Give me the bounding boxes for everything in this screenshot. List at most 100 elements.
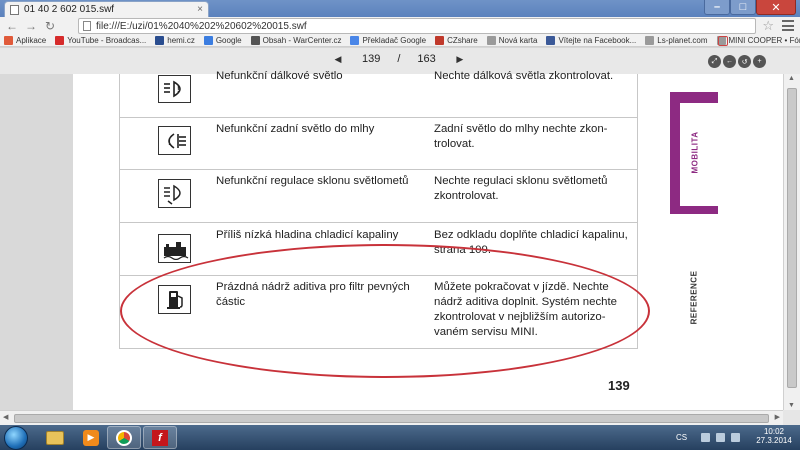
zoom-in-icon[interactable]: + [753, 55, 766, 68]
reload-button[interactable]: ↻ [42, 19, 58, 33]
rotate-icon[interactable]: ↺ [738, 55, 751, 68]
bookmark-label: Ls-planet.com [657, 36, 708, 45]
taskbar: ▶ f CS 10:02 27.3.2014 [0, 425, 800, 450]
back-button[interactable]: ← [4, 19, 20, 33]
bookmark-item[interactable]: Překladač Google [350, 36, 426, 45]
bookmark-item[interactable]: Obsah - WarCenter.cz [250, 36, 342, 45]
maximize-button[interactable]: □ [730, 0, 756, 15]
bookmark-item[interactable]: YouTube - Broadcas... [55, 36, 146, 45]
tab-title: 01 40 2 602 015.swf [24, 4, 115, 15]
mobility-label: MOBILITA [690, 131, 700, 174]
other-bookmarks-icon[interactable] [718, 36, 728, 46]
bookmark-favicon-icon [350, 36, 360, 45]
bookmark-label: Překladač Google [362, 36, 427, 45]
address-bar[interactable]: file:///E:/uzi/01%2040%202%20602%20015.s… [78, 18, 756, 34]
table-row-divider [119, 222, 637, 223]
bookmark-favicon-icon [435, 36, 445, 45]
page-icon [83, 21, 91, 31]
system-tray: CS [676, 425, 746, 450]
bookmark-item[interactable]: Vítejte na Facebook... [546, 36, 636, 45]
minimize-button[interactable]: – [704, 0, 730, 15]
svg-text:!: ! [168, 137, 171, 147]
bookmark-label: Google [215, 36, 242, 45]
document-icon [10, 4, 19, 15]
bookmarks-bar: Aplikace YouTube - Broadcas... hemi.cz Goog… [0, 35, 800, 47]
bookmark-label: CZshare [447, 36, 478, 45]
horizontal-scroll-thumb[interactable] [14, 414, 769, 423]
bookmark-item[interactable]: Nová karta [486, 36, 537, 45]
bookmark-favicon-icon [546, 36, 556, 45]
bookmark-item[interactable]: Aplikace [4, 36, 46, 45]
forward-button[interactable]: → [23, 19, 39, 33]
bookmark-label: MINI COOPER • Fór... [728, 36, 800, 45]
clock-time: 10:02 [763, 427, 785, 436]
reference-label: REFERENCE [689, 270, 699, 325]
close-button[interactable]: ✕ [756, 0, 796, 15]
scroll-right-icon[interactable]: ▶ [775, 413, 780, 421]
mobility-tab[interactable]: MOBILITA [689, 125, 701, 180]
coolant-level-icon [158, 234, 191, 263]
table-cell-fault: Příliš nízká hladina chladicí kapaliny [216, 229, 399, 241]
bookmark-item[interactable]: Ls-planet.com [645, 36, 708, 45]
bookmark-favicon-icon [155, 36, 165, 45]
bookmark-item[interactable]: CZshare [435, 36, 478, 45]
language-indicator[interactable]: CS [676, 433, 687, 442]
next-page-button[interactable]: ▶ [453, 52, 467, 66]
url-text: file:///E:/uzi/01%2040%202%20602%20015.s… [96, 20, 307, 32]
viewer-tools: ⤢ ← ↺ + [708, 55, 768, 68]
clock[interactable]: 10:02 27.3.2014 [752, 427, 796, 445]
table-cell-action: Zadní světlo do mlhy nechte zkon-trolova… [434, 123, 608, 150]
table-cell-fault: Nefunkční regulace sklonu světlometů [216, 175, 409, 187]
bookmark-star-icon[interactable]: ☆ [762, 18, 774, 34]
network-icon[interactable] [716, 433, 726, 442]
clock-date: 27.3.2014 [756, 436, 792, 445]
vertical-scrollbar[interactable]: ▲ ▼ [783, 74, 800, 410]
current-page[interactable]: 139 [362, 53, 380, 65]
total-pages: 163 [417, 53, 436, 65]
table-row-divider [119, 117, 637, 118]
bookmark-label: hemi.cz [167, 36, 195, 45]
table-cell-action: Nechte dálková světla zkontrolovat. [434, 70, 614, 82]
media-player-icon[interactable]: ▶ [74, 426, 108, 449]
menu-icon[interactable] [782, 20, 794, 31]
bookmark-favicon-icon [4, 36, 13, 45]
bookmark-favicon-icon [203, 36, 213, 45]
table-cell-fault: Nefunkční zadní světlo do mlhy [216, 123, 375, 135]
browser-toolbar: ← → ↻ file:///E:/uzi/01%2040%202%20602%2… [0, 17, 800, 35]
table-cell-fault: Nefunkční dálkové světlo [216, 70, 343, 82]
flash-player-icon[interactable]: f [143, 426, 177, 449]
page-separator: / [397, 53, 401, 65]
browser-tab[interactable]: 01 40 2 602 015.swf × [4, 1, 209, 17]
vertical-scroll-thumb[interactable] [787, 88, 797, 388]
bookmark-favicon-icon [55, 36, 65, 45]
bookmark-item[interactable]: MINI COOPER • Fór... [716, 36, 800, 45]
bookmark-item[interactable]: hemi.cz [155, 36, 195, 45]
chrome-icon[interactable] [107, 426, 141, 449]
start-button[interactable] [4, 426, 28, 450]
bookmark-label: Obsah - WarCenter.cz [262, 36, 342, 45]
prev-page-button[interactable]: ◀ [331, 52, 345, 66]
back-icon[interactable]: ← [723, 55, 736, 68]
scroll-down-icon[interactable]: ▼ [788, 402, 795, 409]
table-cell-action: Nechte regulaci sklonu světlometů zkontr… [434, 175, 608, 202]
headlight-leveling-icon [158, 179, 191, 208]
browser-titlebar: 01 40 2 602 015.swf × – □ ✕ [0, 0, 800, 17]
bookmark-item[interactable]: Google [203, 36, 242, 45]
volume-icon[interactable] [731, 433, 741, 442]
page-number: 139 [608, 378, 630, 393]
scroll-up-icon[interactable]: ▲ [788, 75, 795, 82]
bookmark-label: YouTube - Broadcas... [67, 36, 147, 45]
svg-text:!: ! [177, 85, 180, 94]
tray-arrow-icon[interactable] [701, 433, 711, 442]
tab-close-icon[interactable]: × [197, 4, 203, 15]
scroll-left-icon[interactable]: ◀ [3, 413, 8, 421]
bookmark-label: Aplikace [16, 36, 47, 45]
high-beam-warning-icon: ! [158, 75, 191, 103]
pager: ◀ 139 / 163 ▶ [331, 52, 467, 66]
fullscreen-icon[interactable]: ⤢ [708, 55, 721, 68]
reference-tab[interactable]: REFERENCE [688, 270, 700, 325]
rear-fog-warning-icon: ! [158, 126, 191, 155]
table-row-divider [119, 169, 637, 170]
explorer-icon[interactable] [38, 426, 72, 449]
horizontal-scrollbar[interactable]: ◀ ▶ [0, 410, 783, 425]
